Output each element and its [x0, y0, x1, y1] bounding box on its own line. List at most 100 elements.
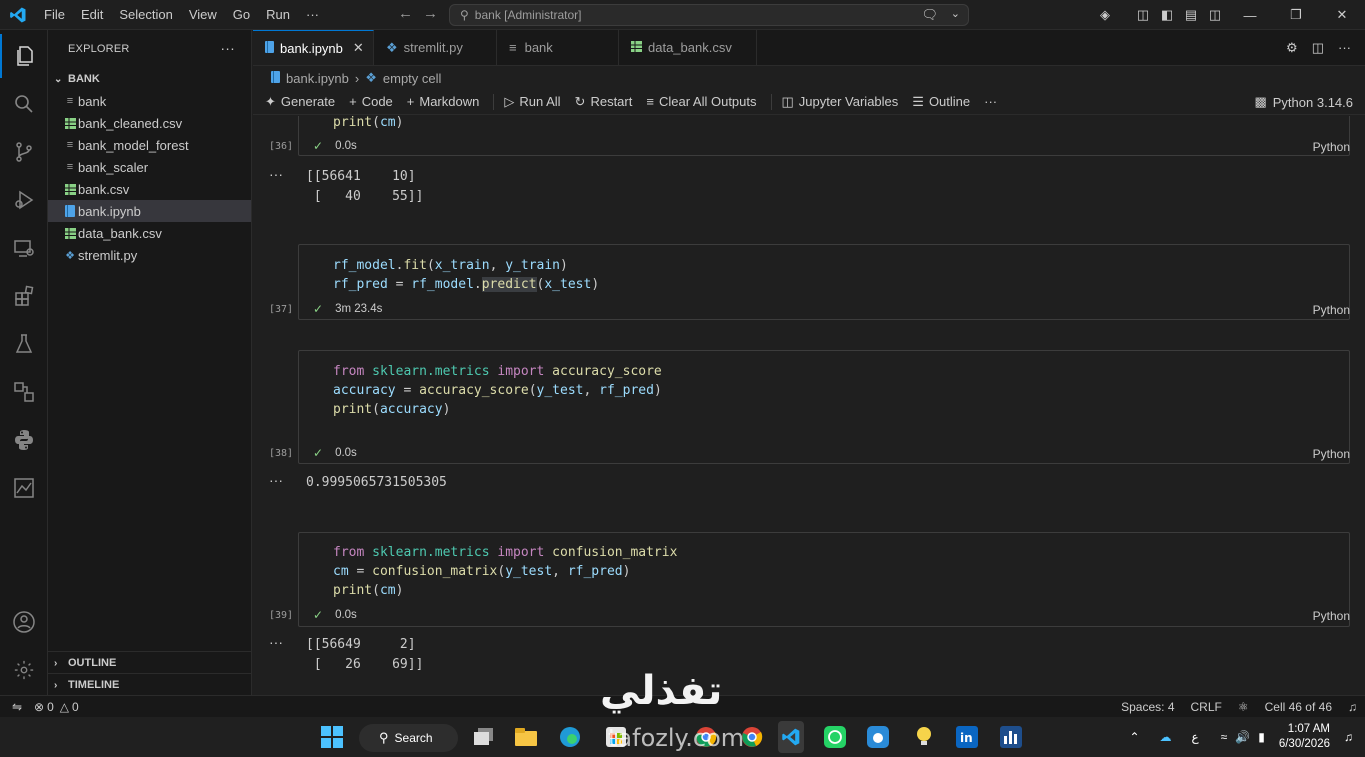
- jupyter-variables-button[interactable]: ◫ Jupyter Variables: [782, 94, 899, 110]
- code-cell[interactable]: print(cm): [298, 116, 1350, 156]
- cell-code[interactable]: rf_model.fit(x_train, y_train) rf_pred =…: [333, 256, 599, 294]
- tab-bank-ipynb[interactable]: bank.ipynb ✕: [253, 30, 374, 65]
- copilot-bulb-icon[interactable]: [912, 725, 936, 749]
- breadcrumb-file[interactable]: bank.ipynb: [286, 71, 349, 86]
- file-item[interactable]: ≡ bank_scaler: [48, 156, 251, 178]
- battery-icon[interactable]: ▮: [1258, 730, 1265, 744]
- minimize-icon[interactable]: —: [1227, 8, 1273, 23]
- tab-data-bank-csv[interactable]: data_bank.csv: [619, 30, 757, 65]
- problems-indicator[interactable]: ⊗ 0 △ 0: [34, 700, 79, 714]
- gear-icon[interactable]: ⚙: [1286, 40, 1298, 56]
- keyboard-language[interactable]: ع: [1192, 730, 1199, 744]
- task-view-icon[interactable]: [472, 725, 496, 749]
- file-item[interactable]: bank_cleaned.csv: [48, 112, 251, 134]
- remote-explorer-icon[interactable]: [0, 226, 48, 270]
- windows-start-icon[interactable]: [320, 725, 344, 749]
- clock[interactable]: 1:07 AM 6/30/2026: [1279, 722, 1330, 752]
- cell-code[interactable]: from sklearn.metrics import confusion_ma…: [333, 543, 677, 600]
- vscode-taskbar-icon[interactable]: [778, 721, 804, 753]
- menu-selection[interactable]: Selection: [111, 0, 180, 30]
- app-chart-icon[interactable]: [999, 725, 1023, 749]
- add-markdown-button[interactable]: + Markdown: [407, 94, 480, 109]
- restart-button[interactable]: ↻ Restart: [575, 94, 633, 110]
- outline-section[interactable]: › OUTLINE: [48, 651, 252, 674]
- file-item[interactable]: ❖ stremlit.py: [48, 244, 251, 266]
- forward-arrow-icon[interactable]: →: [423, 5, 438, 22]
- close-window-icon[interactable]: ✕: [1319, 7, 1365, 23]
- breadcrumb-cell[interactable]: empty cell: [383, 71, 442, 86]
- extensions-icon[interactable]: [0, 274, 48, 318]
- add-code-button[interactable]: + Code: [349, 94, 393, 109]
- wifi-icon[interactable]: ≈: [1221, 730, 1228, 744]
- menu-go[interactable]: Go: [225, 0, 258, 30]
- kernel-picker[interactable]: ▩ Python 3.14.6: [1254, 94, 1353, 110]
- cell-language[interactable]: Python: [1313, 447, 1350, 461]
- output-more-icon[interactable]: ···: [269, 472, 283, 488]
- source-control-icon[interactable]: [0, 130, 48, 174]
- restore-icon[interactable]: ❐: [1273, 7, 1319, 23]
- chrome-icon[interactable]: [694, 725, 718, 749]
- file-item[interactable]: ≡ bank: [48, 90, 251, 112]
- run-all-button[interactable]: ▷ Run All: [504, 94, 560, 110]
- toggle-secondary-sidebar-icon[interactable]: ◫: [1203, 7, 1227, 23]
- more-actions-button[interactable]: ···: [984, 94, 997, 109]
- tab-bank[interactable]: ≡ bank: [497, 30, 619, 65]
- remote-icon[interactable]: ⇋: [0, 700, 34, 714]
- run-debug-icon[interactable]: [0, 178, 48, 222]
- code-cell[interactable]: rf_model.fit(x_train, y_train) rf_pred =…: [298, 244, 1350, 320]
- menu-view[interactable]: View: [181, 0, 225, 30]
- search-icon[interactable]: [0, 82, 48, 126]
- toggle-panel-icon[interactable]: ▤: [1179, 7, 1203, 23]
- manage-gear-icon[interactable]: [0, 648, 48, 692]
- timeline-section[interactable]: › TIMELINE: [48, 673, 252, 696]
- chevron-up-icon[interactable]: ⌃: [1129, 730, 1139, 744]
- menu-more[interactable]: ···: [298, 0, 327, 30]
- split-editor-icon[interactable]: ◫: [1312, 40, 1324, 56]
- tab-stremlit-py[interactable]: ❖ stremlit.py: [374, 30, 497, 65]
- cell-code[interactable]: from sklearn.metrics import accuracy_sco…: [333, 362, 662, 419]
- file-item[interactable]: bank.csv: [48, 178, 251, 200]
- menu-edit[interactable]: Edit: [73, 0, 111, 30]
- copilot-chat-icon[interactable]: 🗨: [921, 7, 938, 23]
- explorer-icon[interactable]: [0, 34, 48, 78]
- clear-all-outputs-button[interactable]: ≡ Clear All Outputs: [646, 94, 756, 109]
- store-icon[interactable]: [604, 725, 628, 749]
- eol-indicator[interactable]: CRLF: [1191, 700, 1222, 714]
- customize-layout-icon[interactable]: ◫: [1131, 7, 1155, 23]
- notifications-bell-icon[interactable]: ♫: [1348, 700, 1357, 714]
- toggle-primary-sidebar-icon[interactable]: ◧: [1155, 7, 1179, 23]
- file-item[interactable]: ≡ bank_model_forest: [48, 134, 251, 156]
- app-icon[interactable]: [866, 725, 890, 749]
- generate-button[interactable]: ✦ Generate: [265, 94, 335, 110]
- code-cell[interactable]: from sklearn.metrics import confusion_ma…: [298, 532, 1350, 627]
- cell-indicator[interactable]: Cell 46 of 46: [1265, 700, 1332, 714]
- file-item[interactable]: data_bank.csv: [48, 222, 251, 244]
- folder-bank[interactable]: ⌄ BANK: [48, 68, 251, 90]
- menu-file[interactable]: File: [36, 0, 73, 30]
- output-more-icon[interactable]: ···: [269, 634, 283, 650]
- more-actions-icon[interactable]: ···: [220, 40, 235, 56]
- cell-language[interactable]: Python: [1313, 609, 1350, 623]
- cell-code[interactable]: print(cm): [333, 116, 403, 132]
- cell-language[interactable]: Python: [1313, 303, 1350, 317]
- output-more-icon[interactable]: ···: [269, 166, 283, 182]
- linkedin-icon[interactable]: in: [955, 725, 979, 749]
- file-item-selected[interactable]: bank.ipynb: [48, 200, 251, 222]
- copilot-status-icon[interactable]: ⚛: [1238, 700, 1249, 714]
- python-icon[interactable]: [0, 418, 48, 462]
- menu-run[interactable]: Run: [258, 0, 298, 30]
- code-cell[interactable]: from sklearn.metrics import accuracy_sco…: [298, 350, 1350, 464]
- cell-language[interactable]: Python: [1313, 140, 1350, 154]
- more-actions-icon[interactable]: ···: [1338, 40, 1351, 56]
- close-icon[interactable]: ✕: [353, 40, 364, 56]
- chart-icon[interactable]: [0, 466, 48, 510]
- account-icon[interactable]: [0, 600, 48, 644]
- indentation-indicator[interactable]: Spaces: 4: [1121, 700, 1174, 714]
- file-explorer-icon[interactable]: [514, 725, 538, 749]
- onedrive-icon[interactable]: ☁: [1160, 730, 1172, 744]
- back-arrow-icon[interactable]: ←: [398, 5, 413, 22]
- chrome-profile-icon[interactable]: [740, 725, 764, 749]
- volume-icon[interactable]: 🔊: [1235, 730, 1250, 744]
- notification-bell-icon[interactable]: ♫: [1344, 730, 1353, 744]
- copilot-icon[interactable]: ◈: [1093, 7, 1117, 23]
